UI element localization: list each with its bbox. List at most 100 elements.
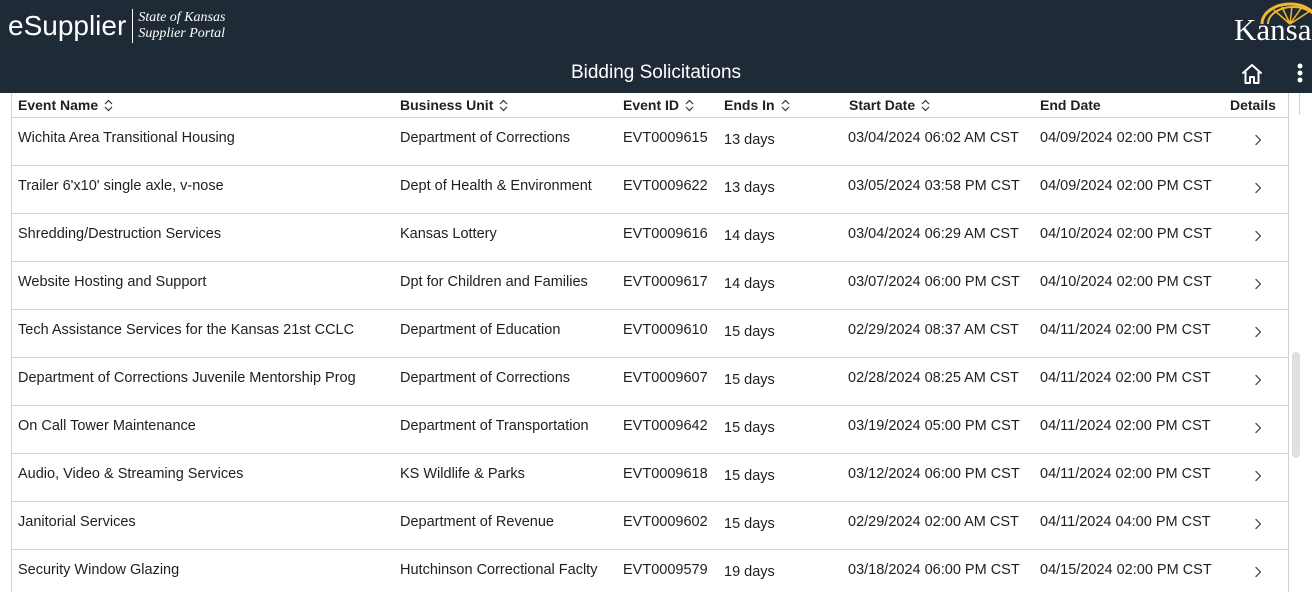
chevron-right-icon[interactable] bbox=[1252, 420, 1264, 436]
sort-icon bbox=[104, 99, 113, 111]
start-date: 03/04/2024 06:02 AM CST bbox=[848, 130, 1019, 146]
sort-icon bbox=[781, 99, 789, 111]
event-id: EVT0009610 bbox=[623, 322, 708, 338]
column-header-label: Start Date bbox=[849, 96, 916, 113]
chevron-right-icon[interactable] bbox=[1252, 372, 1264, 388]
ends-in: 15 days bbox=[724, 372, 775, 388]
end-date: 04/15/2024 02:00 PM CST bbox=[1040, 562, 1212, 578]
business-unit: Department of Revenue bbox=[400, 514, 554, 530]
table-row[interactable]: Shredding/Destruction Services Kansas Lo… bbox=[11, 214, 1289, 262]
column-header-event-id[interactable]: Event ID bbox=[623, 93, 695, 117]
column-header-event-name[interactable]: Event Name bbox=[18, 93, 114, 117]
start-date: 03/07/2024 06:00 PM CST bbox=[848, 274, 1020, 290]
brand-name: eSupplier bbox=[8, 10, 127, 41]
end-date: 04/10/2024 02:00 PM CST bbox=[1040, 274, 1212, 290]
event-name: Wichita Area Transitional Housing bbox=[18, 130, 235, 146]
table-row[interactable]: Security Window Glazing Hutchinson Corre… bbox=[11, 550, 1289, 592]
event-name: Department of Corrections Juvenile Mento… bbox=[18, 370, 356, 386]
table-row[interactable]: On Call Tower Maintenance Department of … bbox=[11, 406, 1289, 454]
ends-in: 13 days bbox=[724, 132, 775, 148]
chevron-right-icon[interactable] bbox=[1252, 564, 1264, 580]
table-row[interactable]: Department of Corrections Juvenile Mento… bbox=[11, 358, 1289, 406]
chevron-right-icon[interactable] bbox=[1252, 228, 1264, 244]
column-header-start-date[interactable]: Start Date bbox=[849, 93, 931, 117]
event-id: EVT0009616 bbox=[623, 226, 708, 242]
column-header-ends-in[interactable]: Ends In bbox=[724, 93, 791, 117]
brand-subtitle: State of Kansas Supplier Portal bbox=[138, 10, 225, 42]
ends-in: 19 days bbox=[724, 564, 775, 580]
table-row[interactable]: Tech Assistance Services for the Kansas … bbox=[11, 310, 1289, 358]
start-date: 03/19/2024 05:00 PM CST bbox=[848, 418, 1020, 434]
grid-body: Wichita Area Transitional Housing Depart… bbox=[11, 118, 1289, 592]
chevron-right-icon[interactable] bbox=[1252, 180, 1264, 196]
event-id: EVT0009607 bbox=[623, 370, 708, 386]
start-date: 02/28/2024 08:25 AM CST bbox=[848, 370, 1019, 386]
start-date: 03/18/2024 06:00 PM CST bbox=[848, 562, 1020, 578]
business-unit: Department of Education bbox=[400, 322, 561, 338]
ends-in: 15 days bbox=[724, 324, 775, 340]
business-unit: Dept of Health & Environment bbox=[400, 178, 592, 194]
end-date: 04/11/2024 02:00 PM CST bbox=[1040, 418, 1211, 434]
column-header-label: End Date bbox=[1040, 96, 1101, 113]
event-name: Janitorial Services bbox=[18, 514, 136, 530]
column-header-label: Event Name bbox=[18, 96, 99, 113]
event-id: EVT0009602 bbox=[623, 514, 708, 530]
event-id: EVT0009579 bbox=[623, 562, 708, 578]
column-header-business-unit[interactable]: Business Unit bbox=[400, 93, 509, 117]
business-unit: Department of Corrections bbox=[400, 370, 571, 386]
kansas-logo: Kansas bbox=[1232, 2, 1312, 48]
end-date: 04/09/2024 02:00 PM CST bbox=[1040, 130, 1212, 146]
start-date: 03/05/2024 03:58 PM CST bbox=[848, 178, 1020, 194]
end-date: 04/11/2024 02:00 PM CST bbox=[1040, 370, 1211, 386]
table-row[interactable]: Trailer 6'x10' single axle, v-nose Dept … bbox=[11, 166, 1289, 214]
chevron-right-icon[interactable] bbox=[1252, 276, 1264, 292]
table-row[interactable]: Janitorial Services Department of Revenu… bbox=[11, 502, 1289, 550]
kansas-logo-text: Kansas bbox=[1234, 12, 1312, 47]
brand-subtitle-line1: State of Kansas bbox=[138, 10, 226, 25]
business-unit: Department of Corrections bbox=[400, 130, 571, 146]
home-icon[interactable] bbox=[1240, 62, 1264, 86]
end-date: 04/11/2024 02:00 PM CST bbox=[1040, 466, 1211, 482]
table-row[interactable]: Audio, Video & Streaming Services KS Wil… bbox=[11, 454, 1289, 502]
event-id: EVT0009618 bbox=[623, 466, 708, 482]
event-name: Security Window Glazing bbox=[18, 562, 180, 578]
start-date: 03/12/2024 06:00 PM CST bbox=[848, 466, 1020, 482]
business-unit: Kansas Lottery bbox=[400, 226, 497, 242]
end-date: 04/10/2024 02:00 PM CST bbox=[1040, 226, 1212, 242]
ends-in: 13 days bbox=[724, 180, 775, 196]
table-row[interactable]: Website Hosting and Support Dpt for Chil… bbox=[11, 262, 1289, 310]
event-name: Shredding/Destruction Services bbox=[18, 226, 222, 242]
end-date: 04/11/2024 02:00 PM CST bbox=[1040, 322, 1211, 338]
ends-in: 15 days bbox=[724, 516, 775, 532]
ends-in: 15 days bbox=[724, 420, 775, 436]
business-unit: Dpt for Children and Families bbox=[400, 274, 588, 290]
table-row[interactable]: Wichita Area Transitional Housing Depart… bbox=[11, 118, 1289, 166]
more-vertical-icon[interactable] bbox=[1292, 60, 1308, 88]
header-bar: eSupplier State of Kansas Supplier Porta… bbox=[0, 0, 1312, 93]
ends-in: 15 days bbox=[724, 468, 775, 484]
event-name: Trailer 6'x10' single axle, v-nose bbox=[18, 178, 224, 194]
chevron-right-icon[interactable] bbox=[1252, 132, 1264, 148]
chevron-right-icon[interactable] bbox=[1252, 324, 1264, 340]
event-name: On Call Tower Maintenance bbox=[18, 418, 196, 434]
event-name: Website Hosting and Support bbox=[18, 274, 207, 290]
column-header-end-date[interactable]: End Date bbox=[1040, 93, 1101, 117]
event-id: EVT0009622 bbox=[623, 178, 708, 194]
chevron-right-icon[interactable] bbox=[1252, 468, 1264, 484]
start-date: 02/29/2024 02:00 AM CST bbox=[848, 514, 1019, 530]
brand-subtitle-line2: Supplier Portal bbox=[138, 26, 226, 41]
event-id: EVT0009617 bbox=[623, 274, 708, 290]
ends-in: 14 days bbox=[724, 276, 775, 292]
grid-header-row: Event Name Business Unit Event ID Ends I… bbox=[11, 93, 1289, 118]
scrollbar[interactable] bbox=[1292, 352, 1300, 458]
solicitations-grid: Event Name Business Unit Event ID Ends I… bbox=[11, 93, 1289, 592]
event-id: EVT0009642 bbox=[623, 418, 708, 434]
brand-divider bbox=[132, 9, 134, 43]
brand[interactable]: eSupplier State of Kansas Supplier Porta… bbox=[8, 9, 225, 43]
end-date: 04/11/2024 04:00 PM CST bbox=[1040, 514, 1211, 530]
chevron-right-icon[interactable] bbox=[1252, 516, 1264, 532]
sort-icon bbox=[499, 99, 508, 111]
column-header-details: Details bbox=[1230, 93, 1276, 117]
column-header-label: Details bbox=[1230, 96, 1276, 113]
column-header-label: Event ID bbox=[623, 96, 680, 113]
